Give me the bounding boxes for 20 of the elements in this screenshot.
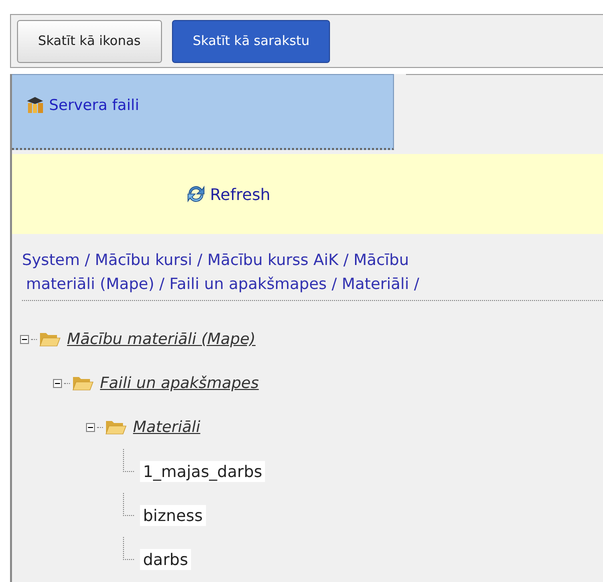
view-button[interactable]: Skatīt kā ikonas: [17, 20, 162, 62]
view-button[interactable]: Skatīt kā sarakstu: [172, 20, 330, 62]
folder-link[interactable]: Materiāli: [133, 418, 200, 436]
graduation-cap-icon: [26, 96, 46, 114]
refresh-button[interactable]: Refresh: [186, 184, 270, 204]
collapse-icon[interactable]: [53, 378, 62, 388]
file-item[interactable]: darbs: [140, 548, 192, 570]
collapse-icon[interactable]: [20, 334, 29, 344]
folder-icon: [39, 331, 61, 347]
file-item[interactable]: bizness: [140, 504, 206, 526]
collapse-icon[interactable]: [86, 422, 95, 432]
folder-icon: [105, 419, 127, 435]
breadcrumb-path[interactable]: materiāli (Mape) / Faili un apakšmapes / Materiāli /: [26, 272, 420, 296]
file-item[interactable]: 1_majas_darbs: [140, 460, 266, 482]
refresh-icon: [186, 184, 206, 204]
breadcrumb-path[interactable]: System / Mācību kursi / Mācību kurss AiK / Mācību: [22, 248, 409, 272]
folder-link[interactable]: Faili un apakšmapes: [100, 374, 259, 392]
folder-link[interactable]: Mācību materiāli (Mape): [67, 330, 256, 348]
panel-title[interactable]: Servera faili: [49, 96, 140, 114]
folder-icon: [72, 375, 94, 391]
